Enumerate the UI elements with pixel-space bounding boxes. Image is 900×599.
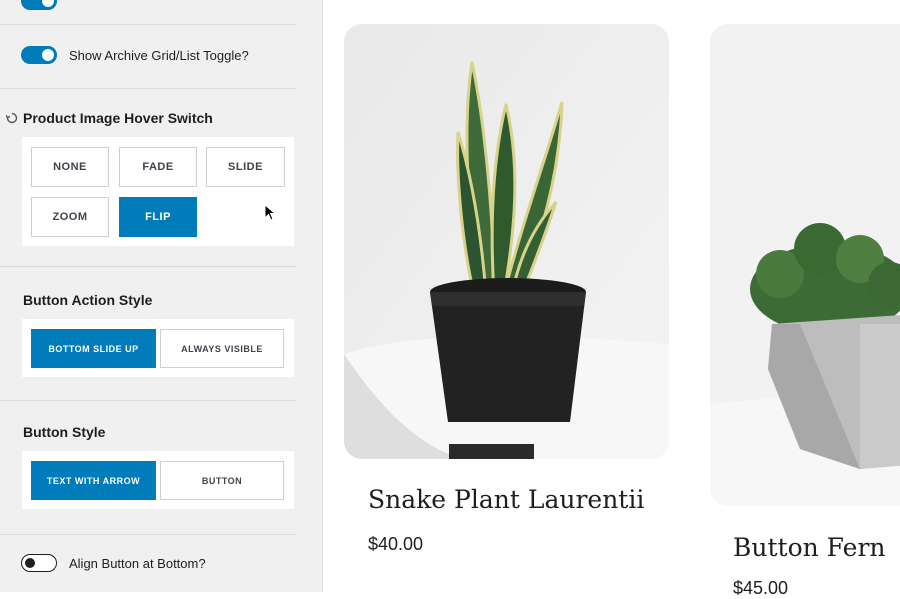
product-name[interactable]: Snake Plant Laurentii — [368, 485, 644, 514]
divider — [0, 400, 296, 401]
product-price: $40.00 — [368, 534, 424, 554]
mouse-cursor-icon — [264, 204, 277, 221]
button-action-title: Button Action Style — [23, 292, 153, 308]
action-option-bottom-slide-up[interactable]: BOTTOM SLIDE UP — [31, 329, 156, 368]
style-option-text-with-arrow[interactable]: TEXT WITH ARROW — [31, 461, 156, 500]
hover-switch-title: Product Image Hover Switch — [23, 110, 213, 126]
align-bottom-toggle-label: Align Button at Bottom? — [69, 556, 206, 571]
button-style-options: TEXT WITH ARROW BUTTON — [22, 451, 294, 509]
button-style-title: Button Style — [23, 424, 106, 440]
reset-icon[interactable] — [6, 112, 18, 124]
align-bottom-toggle-switch[interactable] — [21, 554, 57, 572]
style-option-button[interactable]: BUTTON — [160, 461, 284, 500]
hover-option-fade[interactable]: FADE — [119, 147, 197, 187]
divider — [0, 24, 296, 25]
archive-toggle-label: Show Archive Grid/List Toggle? — [69, 48, 249, 63]
archive-toggle-switch[interactable] — [21, 46, 57, 64]
divider — [0, 534, 296, 535]
product-image-snake-plant[interactable] — [344, 24, 669, 459]
hover-option-none[interactable]: NONE — [31, 147, 109, 187]
product-image-button-fern[interactable] — [710, 24, 900, 506]
hover-option-slide[interactable]: SLIDE — [206, 147, 285, 187]
product-price: $45.00 — [733, 578, 789, 598]
hover-option-zoom[interactable]: ZOOM — [31, 197, 109, 237]
divider — [0, 266, 296, 267]
hover-option-flip[interactable]: FLIP — [119, 197, 197, 237]
hover-switch-options: NONE FADE SLIDE ZOOM FLIP — [22, 137, 294, 246]
action-option-always-visible[interactable]: ALWAYS VISIBLE — [160, 329, 284, 368]
settings-sidebar: Show Archive Grid/List Toggle? Product I… — [0, 0, 323, 592]
button-action-options: BOTTOM SLIDE UP ALWAYS VISIBLE — [22, 319, 294, 377]
previous-toggle[interactable] — [21, 0, 57, 10]
product-name[interactable]: Button Fern — [733, 533, 886, 562]
divider — [0, 88, 296, 89]
